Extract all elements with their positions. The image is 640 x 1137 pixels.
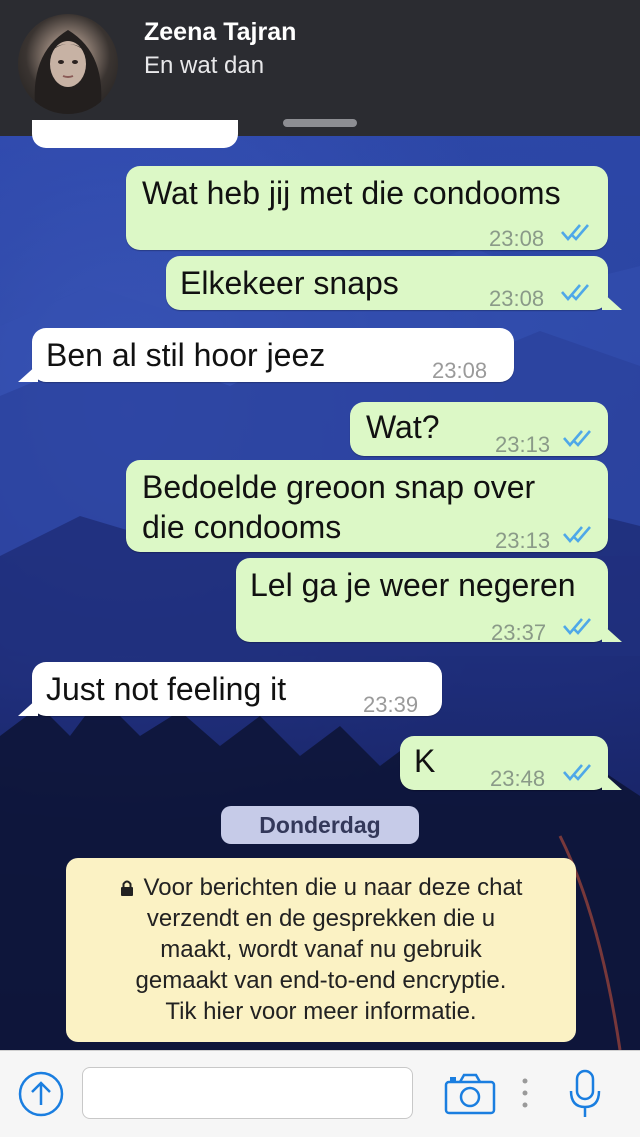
contact-name: Zeena Tajran [144, 18, 297, 46]
message-text: Elkekeer snaps [180, 265, 399, 301]
contact-avatar [18, 14, 118, 114]
message-bubble-outgoing[interactable]: Wat heb jij met die condooms 23:08 [126, 166, 608, 251]
notification-preview: En wat dan [144, 52, 265, 79]
message-time: 23:08 [489, 226, 545, 251]
message-time: 23:48 [490, 766, 546, 791]
notice-line-3: maakt, wordt vanaf nu gebruik [160, 936, 482, 963]
message-time: 23:13 [495, 528, 551, 553]
message-input[interactable] [82, 1067, 413, 1119]
message-text: K [414, 743, 436, 779]
partial-message-bubble [32, 120, 238, 148]
message-time: 23:08 [432, 358, 488, 383]
attach-arrow-up-icon[interactable] [18, 1071, 64, 1117]
camera-icon[interactable] [444, 1073, 496, 1115]
message-time: 23:08 [489, 286, 545, 311]
message-bubble-incoming[interactable]: Just not feeling it 23:39 [18, 662, 442, 717]
microphone-icon[interactable] [568, 1069, 602, 1119]
message-bubble-outgoing[interactable]: Elkekeer snaps 23:08 [166, 256, 622, 311]
notification-banner[interactable]: Zeena Tajran En wat dan [0, 0, 640, 136]
drag-handle[interactable] [283, 119, 357, 127]
message-text: Just not feeling it [46, 671, 287, 707]
message-time: 23:37 [491, 620, 547, 645]
notice-line-4: gemaakt van end-to-end encryptie. [135, 967, 507, 994]
read-ticks-icon [563, 430, 591, 447]
encryption-notice[interactable]: Voor berichten die u naar deze chat verz… [66, 858, 576, 1042]
read-ticks-icon [561, 224, 589, 241]
message-bubble-outgoing[interactable]: Wat? 23:13 [350, 402, 608, 457]
message-text: Wat? [366, 409, 440, 445]
message-time: 23:39 [363, 692, 419, 717]
notice-line-1: Voor berichten die u naar deze chat [82, 872, 560, 903]
more-dots-icon[interactable] [520, 1077, 530, 1109]
message-bubble-outgoing[interactable]: Lel ga je weer negeren 23:37 [236, 558, 622, 645]
read-ticks-icon [563, 526, 591, 543]
message-time: 23:13 [495, 432, 551, 457]
date-separator: Donderdag [221, 806, 419, 844]
read-ticks-icon [561, 284, 589, 301]
message-bubble-outgoing[interactable]: K 23:48 [400, 736, 622, 791]
message-text-line2: die condooms [142, 509, 342, 545]
message-bubble-incoming[interactable]: Ben al stil hoor jeez 23:08 [18, 328, 514, 383]
message-text: Ben al stil hoor jeez [46, 337, 326, 373]
message-bubble-outgoing[interactable]: Bedoelde greoon snap over die condooms 2… [126, 460, 608, 553]
message-input-bar [0, 1050, 640, 1137]
read-ticks-icon [563, 618, 591, 635]
read-ticks-icon [563, 764, 591, 781]
message-text: Wat heb jij met die condooms [142, 175, 561, 211]
message-text-line1: Bedoelde greoon snap over [142, 469, 536, 505]
notice-line-2: verzendt en de gesprekken die u [146, 905, 496, 932]
message-text: Lel ga je weer negeren [250, 567, 576, 603]
lock-icon [120, 880, 133, 896]
notice-line-5: Tik hier voor meer informatie. [165, 998, 477, 1025]
